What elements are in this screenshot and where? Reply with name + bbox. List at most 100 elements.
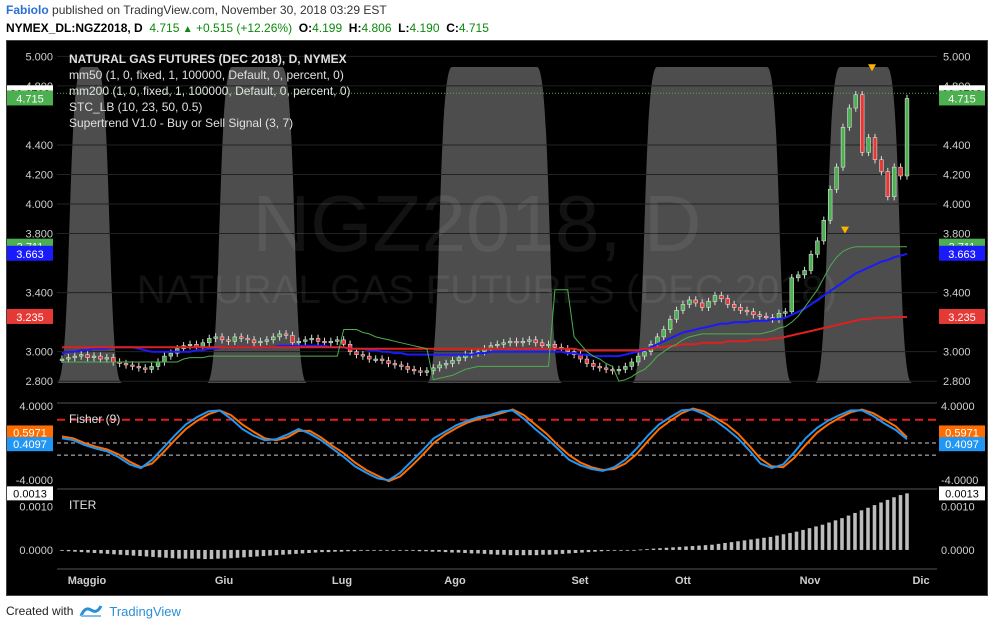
- iter-bar: [677, 546, 682, 550]
- chart-svg[interactable]: NGZ2018, D NATURAL GAS FUTURES (DEC 2018…: [7, 41, 987, 595]
- iter-bar: [391, 549, 396, 551]
- created-with-text: Created with: [6, 604, 74, 618]
- iter-bar: [326, 549, 331, 553]
- candle: [379, 355, 385, 365]
- iter-bar: [372, 549, 376, 551]
- candle-body: [828, 189, 833, 221]
- iter-value-label: 0.0013: [939, 486, 985, 501]
- candle-body: [251, 339, 257, 344]
- iter-bar: [801, 529, 805, 550]
- iter-bar: [645, 549, 649, 550]
- candle-body: [219, 336, 225, 341]
- fisher-tick-right: -4.0000: [941, 475, 978, 487]
- y-tick-right: 3.000: [943, 347, 971, 359]
- iter-bar: [573, 549, 578, 553]
- legend-mm200[interactable]: mm200 (1, 0, fixed, 1, 100000, Default, …: [69, 84, 351, 98]
- candle-body: [584, 358, 590, 364]
- candle: [603, 364, 609, 374]
- candle-body: [885, 171, 890, 197]
- candle: [424, 367, 430, 377]
- iter-bar: [658, 548, 662, 550]
- iter-bar: [404, 549, 409, 551]
- candle-body: [507, 341, 513, 344]
- iter-bar: [86, 549, 90, 553]
- candle: [143, 364, 148, 374]
- iter-bar: [138, 549, 142, 557]
- x-tick-label: Nov: [800, 575, 822, 587]
- iter-bar: [157, 549, 162, 558]
- candle-body: [629, 361, 634, 367]
- candle-body: [738, 307, 743, 311]
- candle: [392, 359, 398, 369]
- iter-bar: [807, 528, 812, 550]
- candle-body: [130, 364, 135, 367]
- candle-body: [303, 339, 308, 342]
- candle: [386, 356, 391, 368]
- iter-bar: [638, 549, 643, 551]
- candle-body: [642, 351, 647, 357]
- legend-mm50[interactable]: mm50 (1, 0, fixed, 1, 100000, Default, 0…: [69, 68, 344, 82]
- iter-bar: [632, 549, 636, 551]
- iter-bar: [456, 549, 461, 553]
- candle: [847, 104, 852, 131]
- candle: [162, 352, 167, 366]
- candle-body: [341, 339, 346, 345]
- legend-stc[interactable]: STC_LB (10, 23, 50, 0.5): [69, 100, 202, 114]
- candle: [629, 358, 634, 371]
- candle: [828, 185, 833, 224]
- candle-body: [290, 335, 295, 344]
- candle-body: [168, 352, 173, 357]
- candle-body: [712, 295, 718, 302]
- iter-bar: [775, 535, 779, 550]
- candle: [623, 362, 628, 374]
- iter-bar: [151, 549, 155, 557]
- candle-body: [322, 341, 327, 344]
- candle-body: [232, 336, 237, 342]
- chart-area[interactable]: NGZ2018, D NATURAL GAS FUTURES (DEC 2018…: [6, 40, 988, 596]
- candle-body: [853, 94, 858, 109]
- candle-body: [424, 370, 430, 373]
- iter-bar: [651, 548, 656, 550]
- candle-body: [879, 159, 884, 172]
- candle-body: [616, 369, 622, 372]
- candle-body: [335, 339, 340, 342]
- legend-supertrend[interactable]: Supertrend V1.0 - Buy or Sell Signal (3,…: [69, 116, 293, 130]
- iter-bar: [339, 549, 344, 552]
- iter-bar: [885, 499, 890, 550]
- iter-bar: [196, 549, 201, 559]
- iter-bar: [560, 549, 565, 554]
- candle-body: [296, 341, 302, 344]
- author-link[interactable]: Fabiolo: [6, 3, 49, 17]
- y-tick-right: 5.000: [943, 51, 971, 63]
- iter-bar: [118, 549, 123, 555]
- iter-bar: [586, 549, 591, 553]
- tradingview-brand[interactable]: TradingView: [109, 604, 181, 619]
- candle: [315, 334, 321, 346]
- y-tick-right: 2.800: [943, 376, 971, 388]
- candle: [584, 355, 590, 368]
- iter-bar: [281, 549, 285, 555]
- iter-bar: [229, 549, 233, 559]
- candle-body: [744, 310, 750, 313]
- iter-bar: [742, 540, 747, 550]
- fisher-tick-right: 4.0000: [941, 401, 975, 413]
- iter-bar: [625, 549, 630, 551]
- price-label-text: 3.235: [948, 312, 976, 324]
- price-label-text: 3.663: [16, 249, 44, 261]
- fisher-pane: [57, 402, 937, 483]
- price-label: 3.663: [7, 245, 53, 261]
- symbol-ohlc-line: NYMEX_DL:NGZ2018, D 4.715 ▲ +0.515 (+12.…: [6, 21, 489, 35]
- candle-body: [732, 304, 737, 308]
- price-label-text: 3.235: [16, 312, 44, 324]
- iter-bar: [671, 547, 675, 550]
- candle-body: [789, 277, 794, 313]
- candle-body: [373, 358, 378, 361]
- iter-bar: [365, 549, 370, 551]
- iter-bar: [378, 549, 383, 551]
- fisher-tick-left: -4.0000: [16, 475, 53, 487]
- iter-value-text: 0.0013: [13, 488, 47, 500]
- iter-bar: [892, 497, 896, 550]
- change-arrow-icon: ▲: [182, 24, 193, 35]
- candle-body: [533, 339, 538, 344]
- candle-body: [687, 299, 692, 305]
